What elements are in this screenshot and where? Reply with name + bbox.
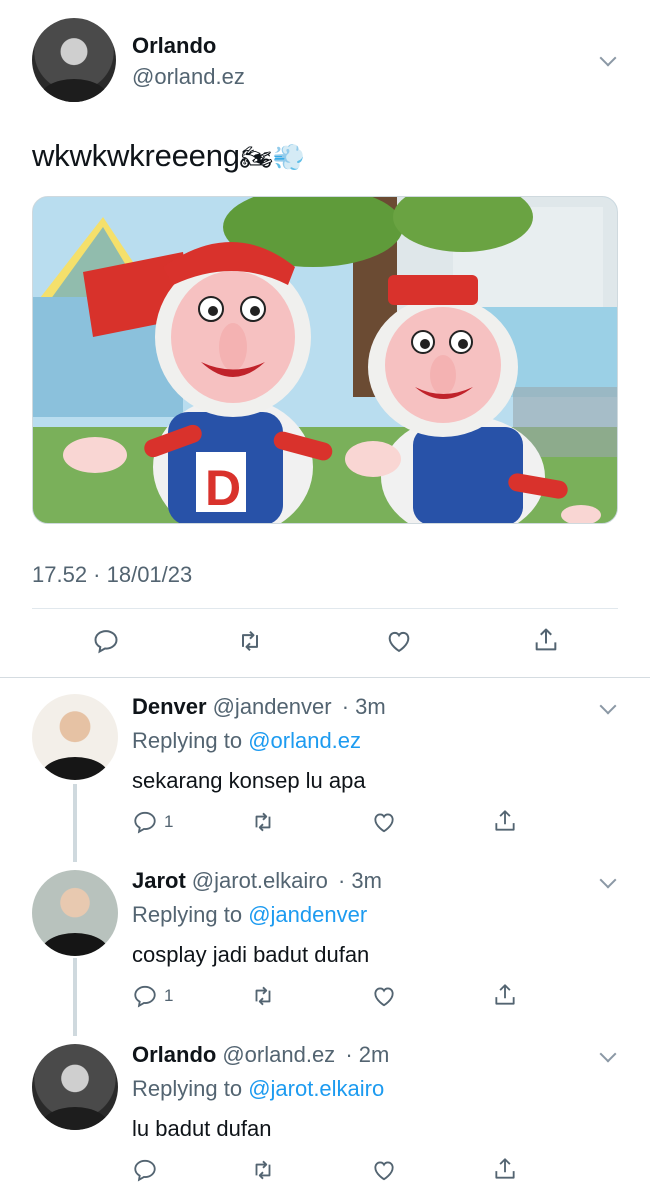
reply-text: sekarang konsep lu apa	[132, 768, 366, 793]
main-tweet: Orlando @orland.ez wkwkwkreeeng🏍💨 D 17.5…	[0, 0, 650, 678]
chevron-down-icon[interactable]	[599, 871, 617, 889]
reply-author-handle[interactable]: @jandenver	[213, 694, 332, 719]
chevron-down-icon[interactable]	[599, 1045, 617, 1063]
retweet-icon	[255, 986, 271, 1006]
reply-author[interactable]: Jarot @jarot.elkairo · 3m	[132, 868, 382, 894]
main-tweet-text: wkwkwkreeeng🏍💨	[32, 138, 305, 174]
reply-count: 1	[164, 986, 174, 1005]
like-button[interactable]	[371, 983, 397, 1009]
svg-text:D: D	[205, 460, 241, 516]
like-button[interactable]	[371, 809, 397, 835]
mascot-photo: D	[33, 197, 617, 523]
reply-author[interactable]: Orlando @orland.ez · 2m	[132, 1042, 389, 1068]
reply-icon	[94, 630, 118, 654]
reply-text: lu badut dufan	[132, 1116, 272, 1141]
share-button[interactable]	[532, 626, 560, 654]
reply-author[interactable]: Denver @jandenver · 3m	[132, 694, 386, 720]
retweet-button[interactable]	[250, 809, 276, 835]
share-icon	[495, 984, 515, 1005]
replying-to-mention[interactable]: @jarot.elkairo	[248, 1076, 384, 1101]
share-icon	[495, 1158, 515, 1179]
reply-icon	[134, 985, 156, 1008]
like-icon	[374, 813, 394, 833]
reply-author-name[interactable]: Denver	[132, 694, 207, 719]
reply-time: · 2m	[345, 1042, 390, 1067]
reply-tweet[interactable]: Jarot @jarot.elkairo · 3m Replying to @ja…	[0, 868, 650, 1038]
reply-button[interactable]: 1	[132, 809, 173, 835]
reply-count: 1	[164, 812, 174, 831]
retweet-icon	[255, 812, 271, 832]
share-icon	[495, 810, 515, 831]
replying-to-mention[interactable]: @orland.ez	[248, 728, 361, 753]
like-button[interactable]	[371, 1157, 397, 1183]
reply-button[interactable]	[132, 1157, 158, 1183]
share-button[interactable]	[492, 808, 518, 834]
main-author-name[interactable]: Orlando	[132, 33, 216, 59]
reply-author-handle[interactable]: @orland.ez	[222, 1042, 335, 1067]
reply-time: · 3m	[337, 868, 382, 893]
avatar[interactable]	[32, 694, 118, 780]
reply-icon	[134, 1159, 156, 1182]
like-button[interactable]	[385, 627, 413, 655]
retweet-icon	[242, 630, 258, 652]
reply-tweet[interactable]: Orlando @orland.ez · 2m Replying to @jaro…	[0, 1042, 650, 1200]
tweet-media-image[interactable]: D	[32, 196, 618, 524]
replying-to-label: Replying to	[132, 1076, 249, 1101]
reply-button[interactable]: 1	[132, 983, 173, 1009]
retweet-icon	[255, 1160, 271, 1180]
retweet-button[interactable]	[250, 983, 276, 1009]
chevron-down-icon[interactable]	[599, 697, 617, 715]
divider	[32, 608, 618, 609]
reply-author-name[interactable]: Orlando	[132, 1042, 216, 1067]
retweet-button[interactable]	[250, 1157, 276, 1183]
replying-to-line: Replying to @jarot.elkairo	[132, 1076, 384, 1102]
retweet-button[interactable]	[236, 627, 264, 655]
avatar[interactable]	[32, 870, 118, 956]
chevron-down-icon[interactable]	[599, 49, 617, 67]
tweet-timestamp[interactable]: 17.52 · 18/01/23	[32, 562, 192, 588]
like-icon	[388, 631, 410, 653]
reply-icon	[134, 811, 156, 834]
reply-author-handle[interactable]: @jarot.elkairo	[192, 868, 328, 893]
tweet-text: wkwkwkreeeng	[32, 138, 240, 173]
share-button[interactable]	[492, 1156, 518, 1182]
replying-to-line: Replying to @jandenver	[132, 902, 367, 928]
replying-to-mention[interactable]: @jandenver	[248, 902, 367, 927]
like-icon	[374, 1161, 394, 1181]
tweet-emoji: 🏍💨	[239, 142, 305, 172]
reply-time: · 3m	[341, 694, 386, 719]
share-icon	[535, 628, 557, 651]
section-divider	[0, 677, 650, 678]
main-author-handle[interactable]: @orland.ez	[132, 64, 245, 90]
reply-text: cosplay jadi badut dufan	[132, 942, 370, 967]
main-avatar[interactable]	[32, 18, 116, 102]
reply-tweet[interactable]: Denver @jandenver · 3m Replying to @orlan…	[0, 694, 650, 864]
reply-author-name[interactable]: Jarot	[132, 868, 186, 893]
share-button[interactable]	[492, 982, 518, 1008]
replying-to-label: Replying to	[132, 728, 249, 753]
avatar[interactable]	[32, 1044, 118, 1130]
replying-to-label: Replying to	[132, 902, 249, 927]
reply-button[interactable]	[92, 627, 120, 655]
replying-to-line: Replying to @orland.ez	[132, 728, 361, 754]
like-icon	[374, 987, 394, 1007]
